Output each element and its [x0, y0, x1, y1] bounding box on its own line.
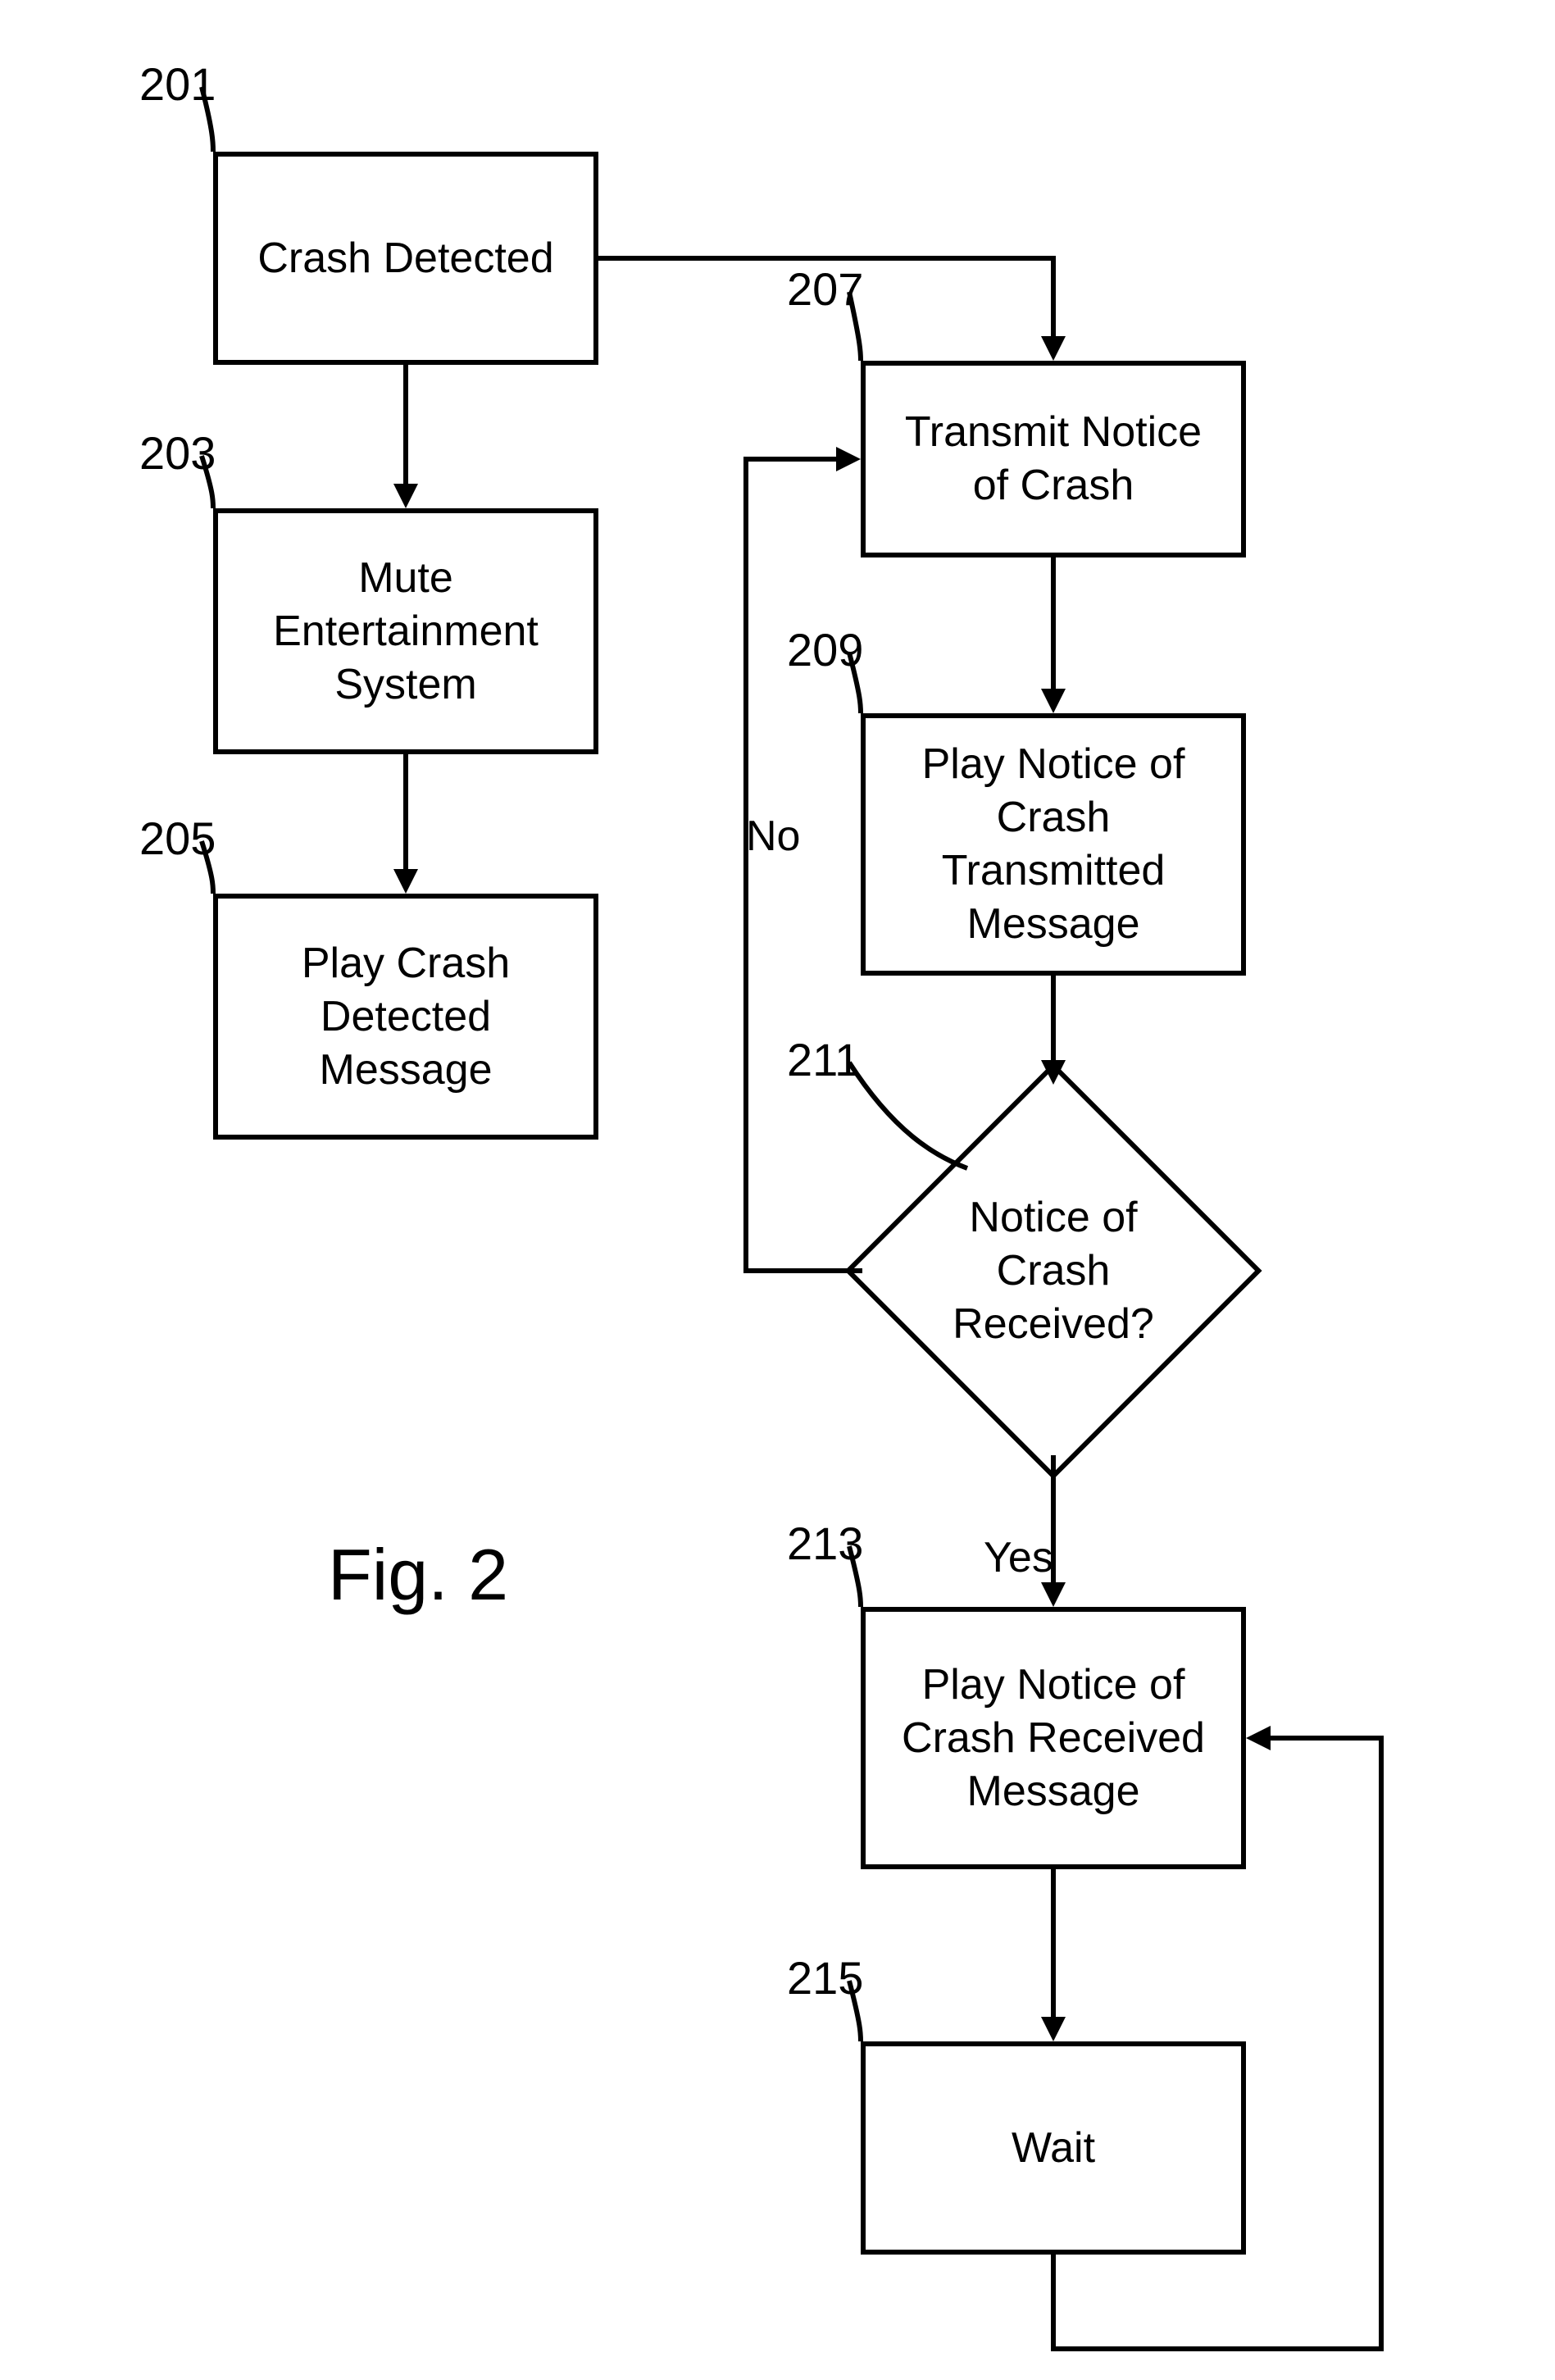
leader-215 — [844, 1976, 926, 2066]
edge-203-205 — [393, 754, 426, 898]
node-play-crash-detected: Play Crash Detected Message — [213, 894, 598, 1140]
node-text: Mute Entertainment System — [234, 552, 577, 712]
edge-label-yes: Yes — [984, 1533, 1053, 1582]
edge-201-207 — [598, 246, 1074, 369]
flowchart-stage: Crash Detected 201 Mute Entertainment Sy… — [0, 0, 1555, 2380]
edge-201-203 — [393, 365, 426, 512]
leader-203 — [197, 451, 279, 533]
edge-211-no-207 — [734, 447, 939, 1291]
edge-label-no: No — [746, 812, 800, 861]
edge-215-213 — [1041, 1726, 1402, 2365]
node-text: Crash Detected — [257, 232, 553, 285]
node-crash-detected: Crash Detected — [213, 152, 598, 365]
leader-213 — [844, 1541, 926, 1631]
node-mute-entertainment: Mute Entertainment System — [213, 508, 598, 754]
leader-201 — [197, 82, 279, 164]
leader-205 — [197, 836, 279, 918]
edge-207-209 — [1041, 557, 1074, 717]
node-text: Play Crash Detected Message — [234, 937, 577, 1097]
edge-209-211 — [1041, 976, 1074, 1127]
figure-label: Fig. 2 — [328, 1533, 508, 1617]
